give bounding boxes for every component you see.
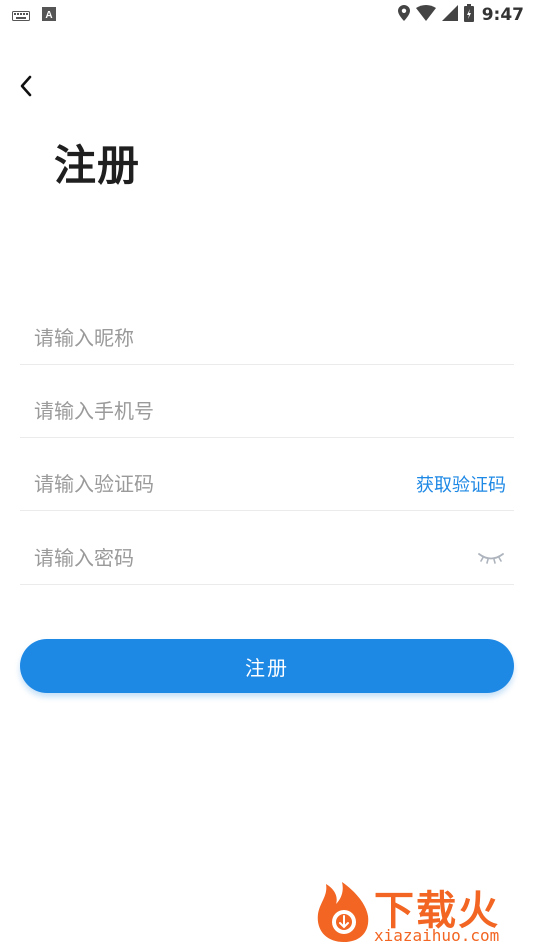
nickname-row: [20, 312, 514, 365]
phone-input[interactable]: [20, 390, 514, 432]
get-code-button[interactable]: 获取验证码: [416, 471, 514, 497]
nickname-input[interactable]: [20, 317, 514, 359]
cell-signal-icon: [441, 5, 458, 25]
watermark: 下载火 xiazaihuo.com: [314, 878, 528, 946]
page-title: 注册: [54, 141, 141, 190]
keyboard-icon: [12, 6, 30, 25]
location-icon: [397, 5, 410, 25]
password-input[interactable]: [20, 537, 476, 579]
wifi-icon: [415, 5, 436, 25]
chevron-left-icon: [19, 75, 33, 101]
verification-code-input[interactable]: [20, 463, 416, 505]
phone-row: [20, 385, 514, 438]
watermark-domain: xiazaihuo.com: [374, 926, 500, 945]
status-bar: A 9:47: [0, 0, 534, 28]
eye-closed-icon[interactable]: [476, 548, 506, 568]
text-a-icon: A: [42, 6, 56, 25]
verification-code-row: 获取验证码: [20, 458, 514, 511]
password-row: [20, 532, 514, 585]
flame-logo-icon: [314, 880, 374, 948]
back-button[interactable]: [14, 74, 38, 102]
battery-icon: [463, 4, 474, 26]
svg-text:A: A: [45, 10, 52, 21]
status-time: 9:47: [481, 5, 524, 25]
register-button[interactable]: 注册: [20, 639, 514, 693]
